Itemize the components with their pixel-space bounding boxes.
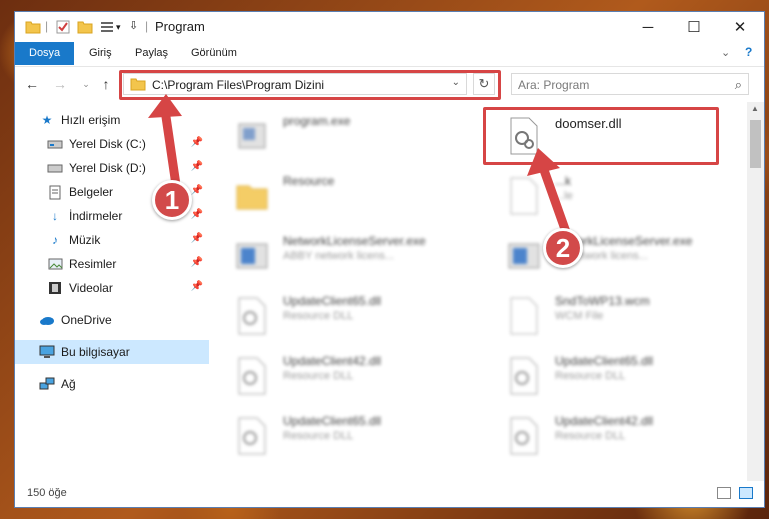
callout-1: 1 [152, 180, 192, 220]
annotation-arrows [148, 94, 571, 237]
callout-2: 2 [543, 228, 583, 268]
